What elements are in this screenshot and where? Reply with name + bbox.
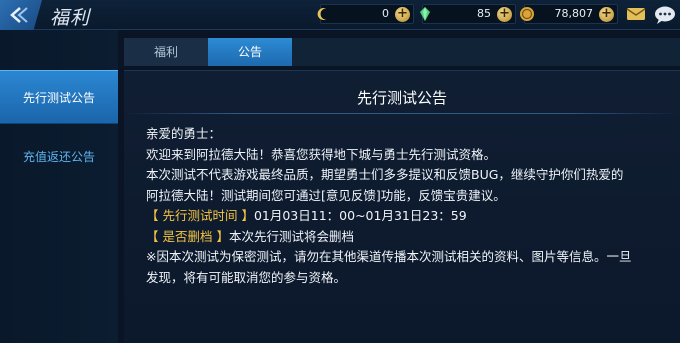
- resource-gold: 78,807 +: [520, 4, 618, 24]
- body-line: 欢迎来到阿拉德大陆！恭喜您获得地下城与勇士先行测试资格。: [146, 146, 497, 162]
- top-bar: 福利 0 + 85 + 78,807 +: [0, 0, 680, 30]
- crescent-coin-icon: [317, 8, 326, 21]
- green-crystal-icon: [420, 7, 430, 21]
- greeting-text: 亲爱的勇士：: [146, 126, 222, 141]
- sidebar-item-recharge-notice[interactable]: 充值返还公告: [0, 130, 118, 184]
- tab-announcement[interactable]: 公告: [208, 38, 292, 66]
- page-title: 福利: [50, 7, 91, 29]
- add-resource-button[interactable]: +: [497, 7, 512, 22]
- mail-icon[interactable]: [626, 5, 646, 23]
- title-divider: [124, 113, 680, 114]
- resource-value: 0: [382, 7, 389, 20]
- sidebar-item-beta-notice[interactable]: 先行测试公告: [0, 70, 118, 124]
- delete-data-value: 本次先行测试将会删档: [228, 228, 354, 244]
- delete-data-line: 【 是否删档 】本次先行测试将会删档: [146, 227, 666, 248]
- announcement-title: 先行测试公告: [356, 89, 447, 107]
- chat-icon[interactable]: [654, 5, 676, 25]
- announcement-panel: 先行测试公告 亲爱的勇士： 欢迎来到阿拉德大陆！恭喜您获得地下城与勇士先行测试资…: [124, 70, 680, 343]
- tab-welfare[interactable]: 福利: [124, 38, 216, 66]
- resource-crystal: 85 +: [420, 4, 516, 24]
- announcement-body: 亲爱的勇士： 欢迎来到阿拉德大陆！恭喜您获得地下城与勇士先行测试资格。 本次测试…: [146, 124, 666, 288]
- back-button[interactable]: [0, 0, 42, 30]
- test-time-line: 【 先行测试时间 】01月03日11：00~01月31日23：59: [146, 206, 666, 227]
- test-time-label: 【 先行测试时间 】: [146, 208, 254, 223]
- body-line: 本次测试不代表游戏最终品质，期望勇士们多多提议和反馈BUG，继续守护你们热爱的: [146, 167, 624, 182]
- test-time-value: 01月03日11：00~01月31日23：59: [253, 208, 467, 223]
- add-resource-button[interactable]: +: [395, 7, 410, 22]
- tab-bar: 福利 公告: [124, 38, 680, 66]
- note-line: 发现，将有可能取消您的参与资格。: [146, 269, 347, 285]
- sidebar: 先行测试公告 充值返还公告: [0, 30, 118, 343]
- delete-data-label: 【 是否删档 】: [146, 228, 229, 244]
- back-arrow-icon: [10, 7, 28, 23]
- add-resource-button[interactable]: +: [599, 7, 614, 22]
- body-line: 阿拉德大陆！测试期间您可通过[意见反馈]功能，反馈宝贵建议。: [146, 187, 506, 203]
- resource-value: 78,807: [554, 7, 594, 20]
- gold-coin-icon: [520, 7, 534, 21]
- note-line: ※因本次测试为保密测试，请勿在其他渠道传播本次测试相关的资料、图片等信息。一旦: [146, 249, 632, 264]
- resource-crescent: 0 +: [317, 4, 414, 24]
- resource-value: 85: [477, 7, 491, 20]
